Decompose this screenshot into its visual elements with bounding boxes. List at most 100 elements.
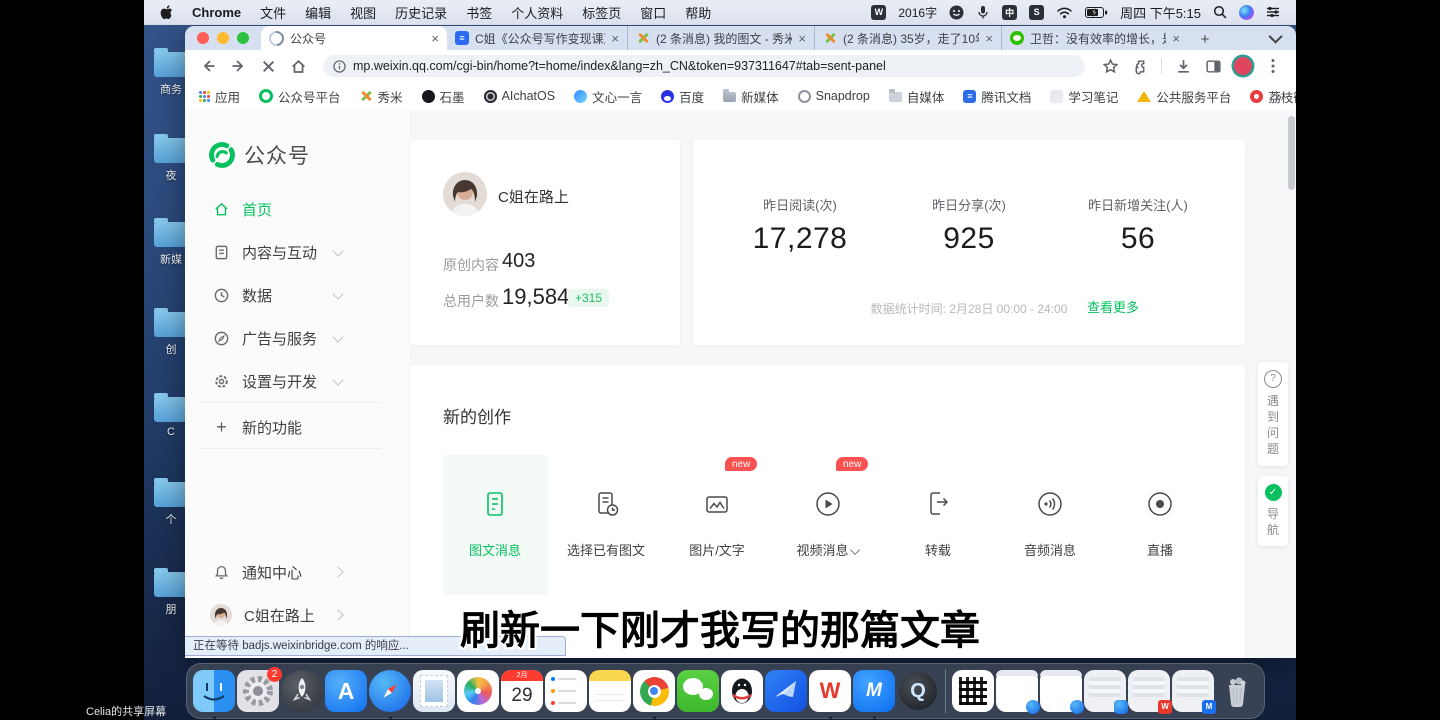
tab-close-icon[interactable]: × bbox=[431, 31, 439, 46]
menu-edit[interactable]: 编辑 bbox=[305, 3, 331, 22]
creation-live[interactable]: 直播 bbox=[1108, 455, 1212, 595]
system-settings-dock-icon[interactable]: 2 bbox=[237, 670, 279, 712]
bookmark-snapdrop[interactable]: Snapdrop bbox=[798, 89, 870, 103]
sogou-menu-icon[interactable]: S bbox=[1029, 5, 1044, 20]
downloads-icon[interactable] bbox=[1170, 53, 1196, 79]
bookmark-star-icon[interactable] bbox=[1097, 53, 1123, 79]
emoji-menu-icon[interactable] bbox=[949, 5, 964, 20]
bookmark-study-notes[interactable]: 学习笔记 bbox=[1050, 87, 1118, 106]
menu-view[interactable]: 视图 bbox=[350, 3, 376, 22]
tab-close-icon[interactable]: × bbox=[798, 31, 806, 46]
wps-dock-icon[interactable]: W bbox=[809, 670, 851, 712]
tab-xiumi-article-2[interactable]: (2 条消息) 35岁，走了10年弯路 × bbox=[814, 26, 1001, 50]
minimize-window-button[interactable] bbox=[217, 32, 229, 44]
mp-logo[interactable]: 公众号 bbox=[208, 140, 310, 170]
scrollbar-thumb[interactable] bbox=[1288, 116, 1295, 190]
tab-close-icon[interactable]: × bbox=[985, 31, 993, 46]
bookmark-public-service[interactable]: 公共服务平台 bbox=[1137, 87, 1231, 106]
creation-repost[interactable]: 转载 bbox=[886, 455, 990, 595]
new-tab-button[interactable]: + bbox=[1194, 28, 1216, 50]
bookmark-shimo[interactable]: 石墨 bbox=[422, 87, 465, 106]
qq-dock-icon[interactable] bbox=[721, 670, 763, 712]
menu-history[interactable]: 历史记录 bbox=[395, 3, 447, 22]
creation-audio[interactable]: 音频消息 bbox=[998, 455, 1102, 595]
creation-existing-article[interactable]: 选择已有图文 bbox=[554, 455, 658, 595]
sidebar-item-new-feature[interactable]: + 新的功能 bbox=[185, 410, 410, 444]
total-users-value[interactable]: 19,584 bbox=[502, 284, 569, 310]
sidebar-item-content[interactable]: 内容与互动 bbox=[185, 235, 410, 269]
stop-loading-button[interactable] bbox=[255, 53, 281, 79]
sidebar-item-data[interactable]: 数据 bbox=[185, 278, 410, 312]
safari-window-thumbnail[interactable] bbox=[996, 670, 1038, 712]
notes-dock-icon[interactable] bbox=[589, 670, 631, 712]
mail-dock-icon[interactable] bbox=[413, 670, 455, 712]
calendar-dock-icon[interactable]: 2月 29 bbox=[501, 670, 543, 712]
tab-gongzhonghao[interactable]: 公众号 × bbox=[261, 26, 447, 50]
siri-icon[interactable] bbox=[1239, 5, 1254, 20]
bookmark-newmedia-folder[interactable]: 新媒体 bbox=[723, 87, 779, 106]
creation-image-text[interactable]: new 图片/文字 bbox=[665, 455, 769, 595]
help-float-widget[interactable]: ? 遇到问题 bbox=[1258, 362, 1288, 466]
home-button[interactable] bbox=[285, 53, 311, 79]
quicktime-dock-icon[interactable]: Q bbox=[897, 670, 939, 712]
tab-close-icon[interactable]: × bbox=[611, 31, 619, 46]
battery-icon[interactable] bbox=[1085, 7, 1108, 18]
menu-file[interactable]: 文件 bbox=[260, 3, 286, 22]
stat-read[interactable]: 昨日阅读(次) 17,278 bbox=[710, 140, 890, 256]
view-more-link[interactable]: 查看更多 bbox=[1087, 297, 1139, 316]
spotlight-search-icon[interactable] bbox=[1213, 5, 1227, 19]
tencent-meeting-dock-icon[interactable]: M bbox=[853, 670, 895, 712]
sidebar-item-notifications[interactable]: 通知中心 bbox=[185, 555, 410, 589]
bookmark-zimeiti-folder[interactable]: 自媒体 bbox=[889, 87, 945, 106]
zoom-window-button[interactable] bbox=[237, 32, 249, 44]
menu-app-name[interactable]: Chrome bbox=[192, 5, 241, 20]
wifi-icon[interactable] bbox=[1056, 6, 1073, 19]
forward-button[interactable] bbox=[225, 53, 251, 79]
bookmark-aichatos[interactable]: AIchatOS bbox=[484, 89, 556, 103]
back-button[interactable] bbox=[195, 53, 221, 79]
profile-avatar[interactable] bbox=[1234, 57, 1252, 75]
creation-article[interactable]: 图文消息 bbox=[443, 455, 547, 595]
safari-dock-icon[interactable] bbox=[369, 670, 411, 712]
nav-float-widget[interactable]: ✓ 导航 bbox=[1258, 476, 1288, 546]
chrome-menu-kebab-icon[interactable] bbox=[1260, 53, 1286, 79]
meeting-window-thumbnail[interactable]: M bbox=[1172, 670, 1214, 712]
wps-menu-icon[interactable]: W bbox=[871, 5, 886, 20]
safari-window-thumbnail[interactable] bbox=[1040, 670, 1082, 712]
bookmark-tencent-docs[interactable]: ≡腾讯文档 bbox=[963, 87, 1031, 106]
bookmark-apps[interactable]: 应用 bbox=[199, 87, 240, 106]
bookmark-xiumi[interactable]: 秀米 bbox=[360, 87, 403, 106]
tab-close-icon[interactable]: × bbox=[1172, 31, 1180, 46]
tab-writing-course[interactable]: ≡ C姐《公众号写作变现课》 × bbox=[447, 26, 627, 50]
url-text[interactable]: mp.weixin.qq.com/cgi-bin/home?t=home/ind… bbox=[353, 59, 886, 73]
launchpad-dock-icon[interactable] bbox=[281, 670, 323, 712]
extensions-icon[interactable] bbox=[1127, 53, 1153, 79]
original-content-value[interactable]: 403 bbox=[502, 250, 535, 273]
stat-share[interactable]: 昨日分享(次) 925 bbox=[879, 140, 1059, 256]
menu-help[interactable]: 帮助 bbox=[685, 3, 711, 22]
tab-xiumi-article[interactable]: (2 条消息) 我的图文 - 秀米XIU × bbox=[627, 26, 814, 50]
qr-window-thumbnail[interactable] bbox=[952, 670, 994, 712]
creation-video[interactable]: new 视频消息 bbox=[776, 455, 880, 595]
bookmark-baidu[interactable]: 百度 bbox=[661, 87, 704, 106]
wps-window-thumbnail[interactable]: W bbox=[1128, 670, 1170, 712]
bookmark-mp-platform[interactable]: 公众号平台 bbox=[259, 87, 341, 106]
close-window-button[interactable] bbox=[197, 32, 209, 44]
sidebar-item-account[interactable]: C姐在路上 bbox=[185, 598, 410, 632]
bookmark-wenxin[interactable]: 文心一言 bbox=[574, 87, 642, 106]
bookmark-lizhi[interactable]: 荔枝微课 bbox=[1250, 87, 1296, 106]
stat-new-followers[interactable]: 昨日新增关注(人) 56 bbox=[1048, 140, 1228, 256]
wechat-dock-icon[interactable] bbox=[677, 670, 719, 712]
chrome-dock-icon[interactable] bbox=[633, 670, 675, 712]
sidebar-item-ads[interactable]: 广告与服务 bbox=[185, 321, 410, 355]
finder-dock-icon[interactable] bbox=[193, 670, 235, 712]
app-store-dock-icon[interactable]: A bbox=[325, 670, 367, 712]
menu-tabs[interactable]: 标签页 bbox=[582, 3, 621, 22]
reminders-dock-icon[interactable] bbox=[545, 670, 587, 712]
sidebar-item-settings[interactable]: 设置与开发 bbox=[185, 364, 410, 398]
blue-wing-app-dock-icon[interactable] bbox=[765, 670, 807, 712]
menu-clock[interactable]: 周四 下午5:15 bbox=[1120, 3, 1201, 22]
ime-menu-icon[interactable]: 中 bbox=[1002, 5, 1017, 20]
control-center-icon[interactable] bbox=[1266, 6, 1280, 18]
menu-bookmarks[interactable]: 书签 bbox=[466, 3, 492, 22]
